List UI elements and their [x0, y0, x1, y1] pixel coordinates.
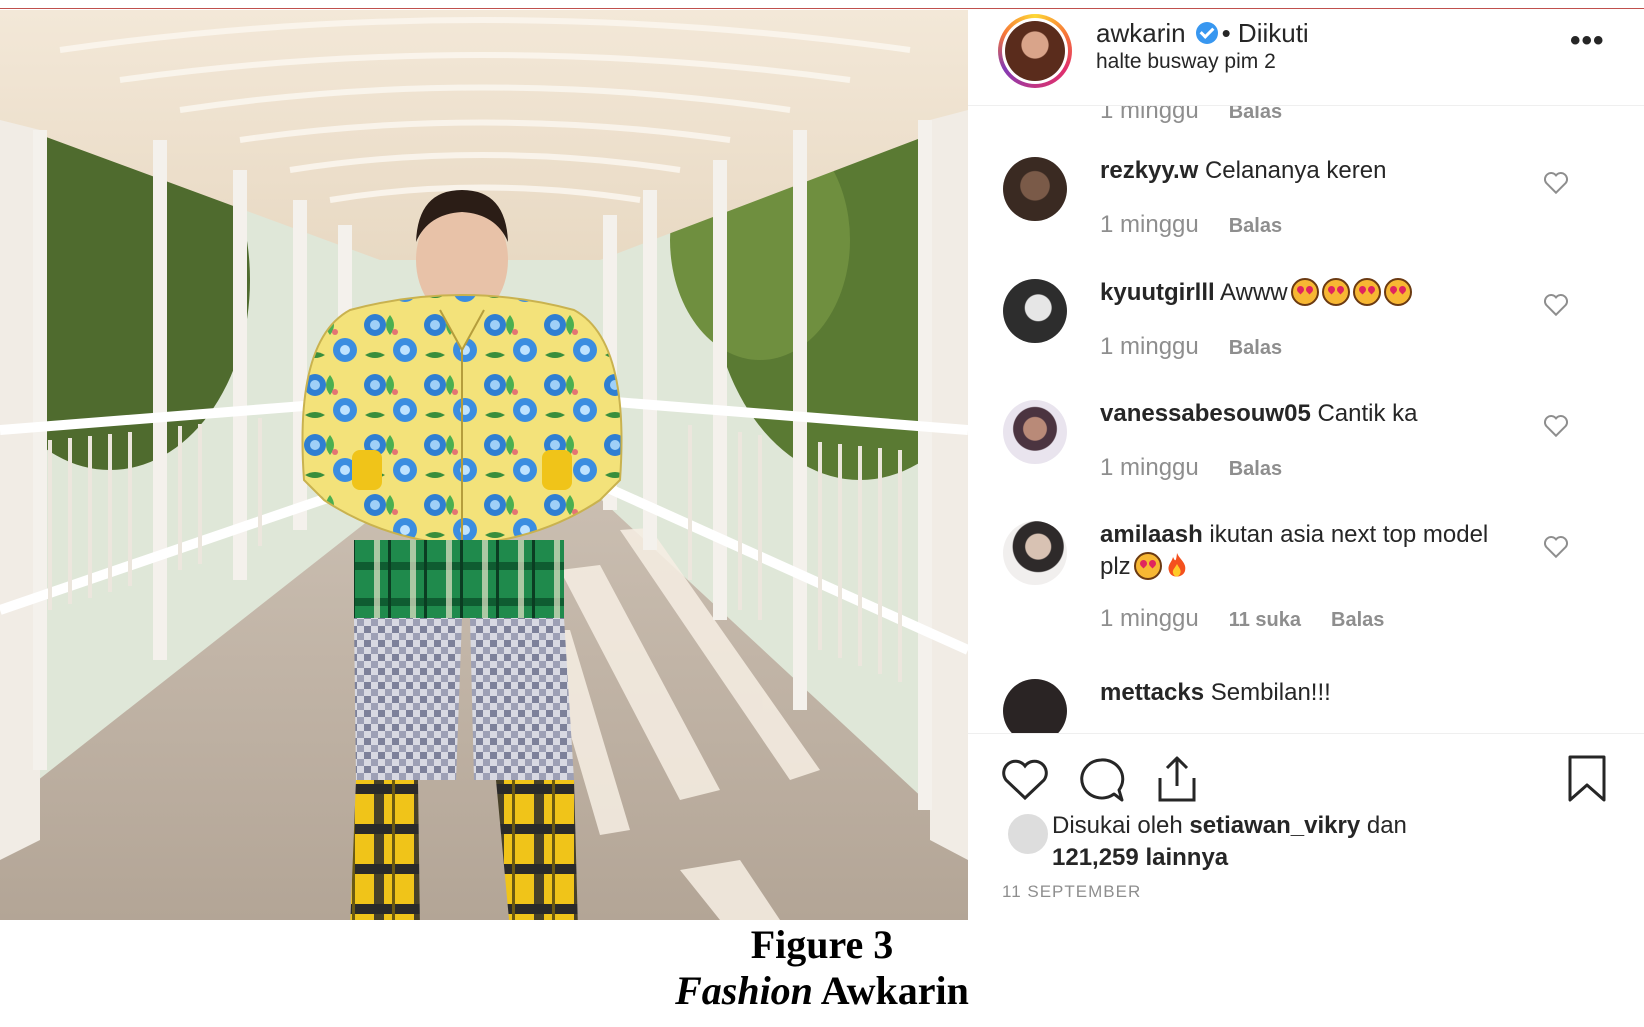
- comment-text: kyuutgirlll Awww: [1100, 277, 1500, 309]
- photo-illustration: [0, 10, 968, 920]
- commenter-username[interactable]: amilaash: [1100, 521, 1203, 548]
- comment-body: Awww: [1220, 279, 1288, 306]
- commenter-avatar[interactable]: [1003, 157, 1067, 221]
- figure-title: Fashion Awkarin: [0, 968, 1644, 1014]
- commenter-avatar[interactable]: [1003, 679, 1067, 733]
- comment-meta: 1 minggu Balas: [1100, 105, 1282, 125]
- heart-eyes-emoji-icon: [1290, 278, 1319, 306]
- comment-body: Celananya keren: [1204, 157, 1387, 184]
- liker-avatar[interactable]: [1006, 812, 1050, 856]
- commenter-username[interactable]: vanessabesouw05: [1100, 400, 1311, 427]
- likes-count[interactable]: 121,259: [1052, 844, 1139, 871]
- figure-title-italic: Fashion: [675, 968, 813, 1013]
- heart-icon[interactable]: [1543, 414, 1569, 438]
- post-side-panel: awkarin • Diikuti halte busway pim 2 ••• …: [968, 10, 1644, 921]
- figure-caption: Figure 3 Fashion Awkarin: [0, 922, 1644, 1014]
- heart-icon[interactable]: [1543, 293, 1569, 317]
- comment-meta: 1 minggu 11 suka Balas: [1100, 605, 1384, 633]
- likes-suffix[interactable]: lainnya: [1145, 844, 1228, 871]
- comment-time: 1 minggu: [1100, 454, 1199, 481]
- post-date[interactable]: 11 SEPTEMBER: [1002, 882, 1141, 902]
- liked-by-user[interactable]: setiawan_vikry: [1189, 812, 1360, 839]
- reply-button[interactable]: Balas: [1229, 337, 1282, 359]
- author-line: awkarin • Diikuti: [1096, 18, 1309, 49]
- commenter-avatar[interactable]: [1003, 521, 1067, 585]
- comment-text: mettacks Sembilan!!!: [1100, 677, 1500, 709]
- comment-icon[interactable]: [1076, 756, 1126, 804]
- heart-icon[interactable]: [1543, 171, 1569, 195]
- heart-eyes-emoji-icon: [1321, 278, 1350, 306]
- bookmark-icon[interactable]: [1566, 754, 1608, 804]
- commenter-avatar[interactable]: [1003, 400, 1067, 464]
- fire-emoji-icon: [1168, 553, 1186, 577]
- comment-time: 1 minggu: [1100, 105, 1199, 124]
- heart-eyes-emoji-icon: [1133, 552, 1162, 580]
- comment-time: 1 minggu: [1100, 605, 1199, 632]
- reply-button[interactable]: Balas: [1229, 105, 1282, 123]
- heart-icon[interactable]: [1543, 535, 1569, 559]
- comment-body: Cantik ka: [1317, 400, 1418, 427]
- comment-body: Sembilan!!!: [1210, 679, 1331, 706]
- liked-by-middle: dan: [1366, 812, 1407, 839]
- reply-button[interactable]: Balas: [1229, 458, 1282, 480]
- heart-icon[interactable]: [1000, 758, 1050, 802]
- comment-meta: 1 minggu Balas: [1100, 454, 1282, 482]
- reply-button[interactable]: Balas: [1229, 215, 1282, 237]
- liked-by-prefix: Disukai oleh: [1052, 812, 1183, 839]
- comment-likes[interactable]: 11 suka: [1229, 609, 1301, 631]
- commenter-avatar[interactable]: [1003, 279, 1067, 343]
- post-header: awkarin • Diikuti halte busway pim 2 •••: [968, 10, 1644, 106]
- commenter-username[interactable]: kyuutgirlll: [1100, 279, 1215, 306]
- verified-badge-icon: [1195, 22, 1218, 45]
- comment-text: rezkyy.w Celananya keren: [1100, 155, 1500, 187]
- heart-eyes-emoji-icon: [1352, 278, 1381, 306]
- post-actions: Disukai oleh setiawan_vikry dan 121,259 …: [968, 733, 1644, 921]
- heart-eyes-emoji-icon: [1383, 278, 1412, 306]
- comments-list[interactable]: 1 minggu Balas rezkyy.w Celananya keren 1…: [968, 105, 1644, 733]
- author-avatar[interactable]: [998, 14, 1072, 88]
- commenter-username[interactable]: mettacks: [1100, 679, 1204, 706]
- author-username[interactable]: awkarin: [1096, 18, 1186, 48]
- comment-time: 1 minggu: [1100, 333, 1199, 360]
- share-icon[interactable]: [1154, 754, 1200, 804]
- comment-meta: 1 minggu Balas: [1100, 211, 1282, 239]
- liked-by-summary: Disukai oleh setiawan_vikry dan 121,259 …: [1052, 810, 1572, 874]
- comment-meta: 1 minggu Balas: [1100, 333, 1282, 361]
- post-location[interactable]: halte busway pim 2: [1096, 50, 1276, 74]
- reply-button[interactable]: Balas: [1331, 609, 1384, 631]
- figure-number: Figure 3: [750, 922, 894, 967]
- comment-text: amilaash ikutan asia next top model plz: [1100, 519, 1500, 583]
- post-photo[interactable]: [0, 10, 968, 920]
- follow-status[interactable]: • Diikuti: [1222, 18, 1309, 48]
- figure-title-rest: Awkarin: [820, 968, 969, 1013]
- comment-text: vanessabesouw05 Cantik ka: [1100, 398, 1500, 430]
- more-options-icon[interactable]: •••: [1570, 24, 1605, 58]
- comment-time: 1 minggu: [1100, 211, 1199, 238]
- commenter-username[interactable]: rezkyy.w: [1100, 157, 1198, 184]
